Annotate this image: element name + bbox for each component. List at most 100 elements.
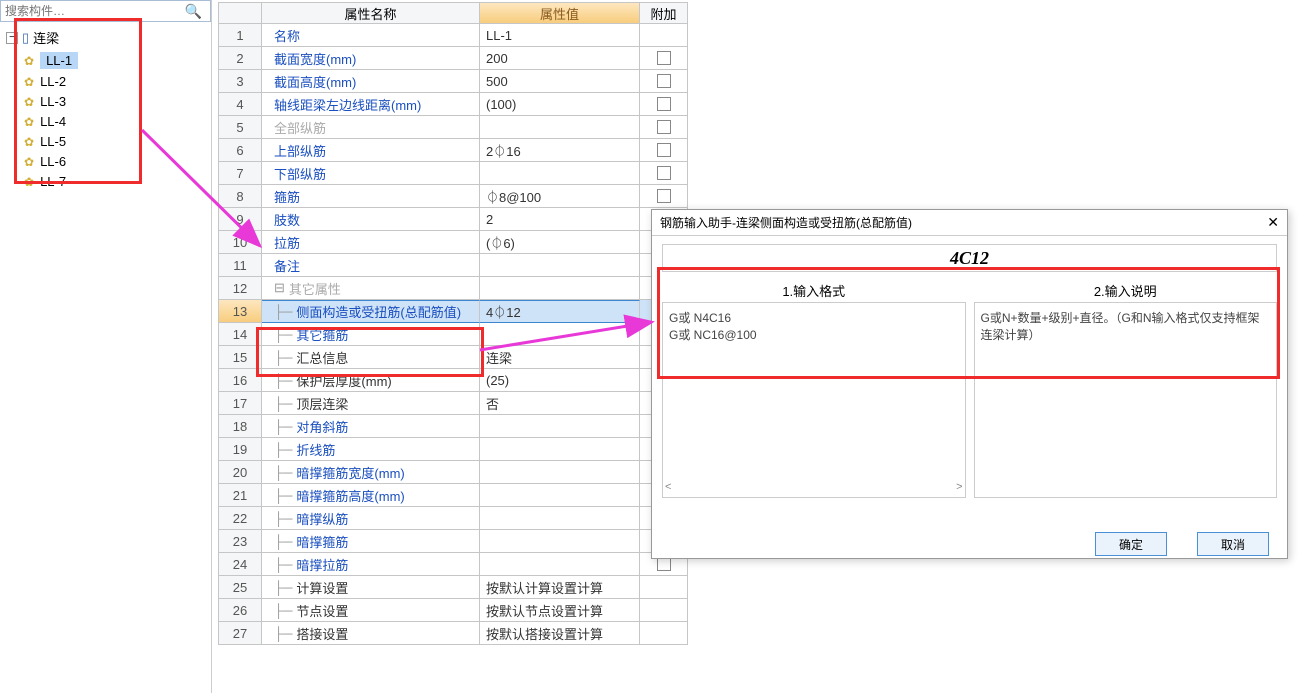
property-value[interactable]: [480, 530, 640, 553]
table-row[interactable]: 20├─暗撑箍筋宽度(mm): [218, 461, 688, 484]
property-value[interactable]: ⏀8@100: [480, 185, 640, 208]
collapse-icon[interactable]: −: [6, 32, 18, 44]
property-value[interactable]: 按默认节点设置计算: [480, 599, 640, 622]
property-value[interactable]: (100): [480, 93, 640, 116]
scroll-left-icon[interactable]: <: [665, 481, 671, 495]
table-row[interactable]: 22├─暗撑纵筋: [218, 507, 688, 530]
property-value[interactable]: 按默认计算设置计算: [480, 576, 640, 599]
table-row[interactable]: 12⊟其它属性: [218, 277, 688, 300]
tree-item[interactable]: ✿LL-3: [24, 92, 211, 111]
table-row[interactable]: 24├─暗撑拉筋: [218, 553, 688, 576]
table-row[interactable]: 7下部纵筋: [218, 162, 688, 185]
property-name[interactable]: 下部纵筋: [262, 162, 480, 185]
table-row[interactable]: 23├─暗撑箍筋: [218, 530, 688, 553]
property-name[interactable]: ├─其它箍筋: [262, 323, 480, 346]
property-value[interactable]: [480, 484, 640, 507]
property-name[interactable]: 备注: [262, 254, 480, 277]
property-name[interactable]: ├─顶层连梁: [262, 392, 480, 415]
property-value[interactable]: [480, 415, 640, 438]
property-value[interactable]: [480, 461, 640, 484]
tree-item[interactable]: ✿LL-1: [24, 50, 211, 71]
property-name[interactable]: ├─对角斜筋: [262, 415, 480, 438]
property-value[interactable]: 200: [480, 47, 640, 70]
property-value[interactable]: 500: [480, 70, 640, 93]
property-value[interactable]: 按默认搭接设置计算: [480, 622, 640, 645]
checkbox[interactable]: [657, 51, 671, 65]
table-row[interactable]: 25├─计算设置按默认计算设置计算: [218, 576, 688, 599]
table-row[interactable]: 9肢数2: [218, 208, 688, 231]
table-row[interactable]: 19├─折线筋: [218, 438, 688, 461]
table-row[interactable]: 3截面高度(mm)500: [218, 70, 688, 93]
property-name[interactable]: 截面宽度(mm): [262, 47, 480, 70]
property-name[interactable]: ├─暗撑箍筋宽度(mm): [262, 461, 480, 484]
tree-item[interactable]: ✿LL-4: [24, 112, 211, 131]
scroll-right-icon[interactable]: >: [956, 481, 962, 495]
collapse-icon[interactable]: ⊟: [274, 280, 285, 296]
close-icon[interactable]: ✕: [1267, 214, 1279, 231]
tree-item[interactable]: ✿LL-5: [24, 132, 211, 151]
property-value[interactable]: LL-1: [480, 24, 640, 47]
property-name[interactable]: ├─保护层厚度(mm): [262, 369, 480, 392]
property-name[interactable]: 名称: [262, 24, 480, 47]
search-icon[interactable]: 🔍: [181, 3, 206, 20]
checkbox[interactable]: [657, 189, 671, 203]
cancel-button[interactable]: 取消: [1197, 532, 1269, 556]
property-value[interactable]: [480, 162, 640, 185]
property-name[interactable]: 拉筋: [262, 231, 480, 254]
property-name[interactable]: ├─暗撑箍筋: [262, 530, 480, 553]
property-name[interactable]: 截面高度(mm): [262, 70, 480, 93]
tree-item[interactable]: ✿LL-2: [24, 72, 211, 91]
property-name[interactable]: ⊟其它属性: [262, 277, 480, 300]
table-row[interactable]: 26├─节点设置按默认节点设置计算: [218, 599, 688, 622]
table-row[interactable]: 10拉筋(⏀6): [218, 231, 688, 254]
property-name[interactable]: 上部纵筋: [262, 139, 480, 162]
property-value[interactable]: [480, 254, 640, 277]
checkbox[interactable]: [657, 143, 671, 157]
table-row[interactable]: 27├─搭接设置按默认搭接设置计算: [218, 622, 688, 645]
property-value[interactable]: (⏀6): [480, 231, 640, 254]
property-value[interactable]: [480, 116, 640, 139]
property-name[interactable]: ├─节点设置: [262, 599, 480, 622]
property-value[interactable]: 连梁: [480, 346, 640, 369]
property-value[interactable]: [480, 507, 640, 530]
property-value[interactable]: 4⏀12: [480, 300, 640, 323]
table-row[interactable]: 11备注: [218, 254, 688, 277]
checkbox[interactable]: [657, 74, 671, 88]
property-value[interactable]: (25): [480, 369, 640, 392]
checkbox[interactable]: [657, 166, 671, 180]
property-name[interactable]: 全部纵筋: [262, 116, 480, 139]
property-name[interactable]: ├─搭接设置: [262, 622, 480, 645]
property-value[interactable]: [480, 277, 640, 300]
property-name[interactable]: ├─折线筋: [262, 438, 480, 461]
tree-root[interactable]: − ▯ 连梁: [6, 26, 211, 49]
property-name[interactable]: 箍筋: [262, 185, 480, 208]
table-row[interactable]: 5全部纵筋: [218, 116, 688, 139]
property-value[interactable]: 2: [480, 208, 640, 231]
table-row[interactable]: 14├─其它箍筋: [218, 323, 688, 346]
table-row[interactable]: 15├─汇总信息连梁: [218, 346, 688, 369]
property-value[interactable]: 否: [480, 392, 640, 415]
property-name[interactable]: ├─暗撑箍筋高度(mm): [262, 484, 480, 507]
property-name[interactable]: ├─暗撑拉筋: [262, 553, 480, 576]
property-name[interactable]: ├─计算设置: [262, 576, 480, 599]
table-row[interactable]: 4轴线距梁左边线距离(mm)(100): [218, 93, 688, 116]
table-row[interactable]: 18├─对角斜筋: [218, 415, 688, 438]
property-name[interactable]: ├─汇总信息: [262, 346, 480, 369]
property-value[interactable]: [480, 438, 640, 461]
header-value[interactable]: 属性值: [480, 2, 640, 24]
table-row[interactable]: 8箍筋⏀8@100: [218, 185, 688, 208]
property-name[interactable]: ├─暗撑纵筋: [262, 507, 480, 530]
property-name[interactable]: 肢数: [262, 208, 480, 231]
search-input[interactable]: [5, 4, 181, 18]
table-row[interactable]: 2截面宽度(mm)200: [218, 47, 688, 70]
tree-item[interactable]: ✿LL-6: [24, 152, 211, 171]
property-name[interactable]: 轴线距梁左边线距离(mm): [262, 93, 480, 116]
table-row[interactable]: 13├─侧面构造或受扭筋(总配筋值)4⏀12: [218, 300, 688, 323]
checkbox[interactable]: [657, 97, 671, 111]
tree-item[interactable]: ✿LL-7: [24, 172, 211, 191]
ok-button[interactable]: 确定: [1095, 532, 1167, 556]
property-name[interactable]: ├─侧面构造或受扭筋(总配筋值): [262, 300, 480, 323]
table-row[interactable]: 21├─暗撑箍筋高度(mm): [218, 484, 688, 507]
table-row[interactable]: 16├─保护层厚度(mm)(25): [218, 369, 688, 392]
table-row[interactable]: 17├─顶层连梁否: [218, 392, 688, 415]
